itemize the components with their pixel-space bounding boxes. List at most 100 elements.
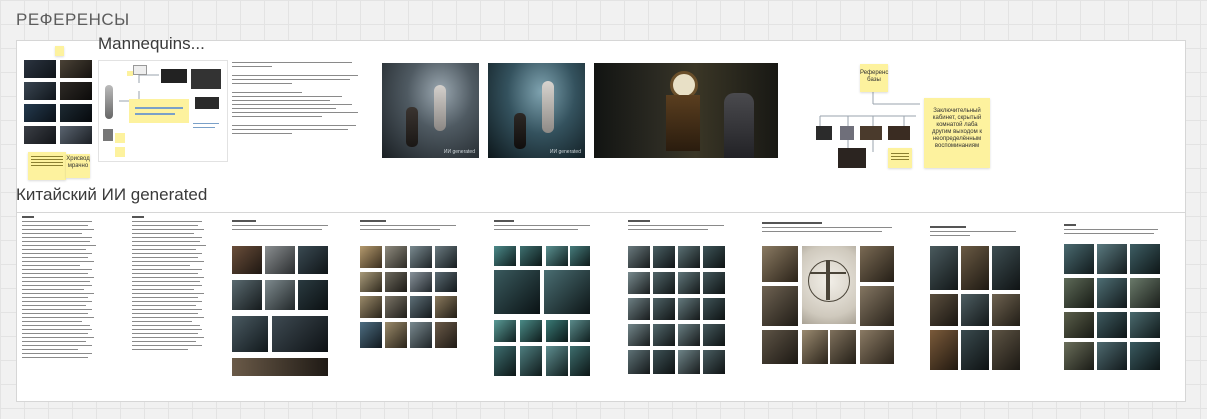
generated-image[interactable] [930,246,958,290]
generated-image[interactable] [703,298,725,320]
frame-ai-generated-label[interactable]: Китайский ИИ generated [16,185,207,205]
generated-image[interactable] [410,246,432,268]
generated-image[interactable] [628,298,650,320]
generated-image[interactable] [860,330,894,364]
mindmap-image[interactable] [816,126,832,140]
generated-image[interactable] [678,298,700,320]
generated-image[interactable] [1130,244,1160,274]
generated-image[interactable] [678,350,700,374]
generated-image[interactable] [360,272,382,292]
generated-image[interactable] [570,320,590,342]
generated-image[interactable] [520,246,542,266]
generated-image-sheet-7[interactable] [762,222,896,368]
generated-image[interactable] [265,280,295,310]
generated-image[interactable] [628,350,650,374]
generated-image[interactable] [653,246,675,268]
generated-image[interactable] [830,330,856,364]
reference-thumb[interactable] [24,126,56,144]
generated-image[interactable] [703,246,725,268]
generated-text-doc-1[interactable] [22,216,98,361]
generated-image[interactable] [385,272,407,292]
generated-image[interactable] [762,330,798,364]
generated-image[interactable] [232,316,268,352]
mannequin-screenshot-1[interactable]: ИИ generated [382,63,479,158]
generated-image[interactable] [232,280,262,310]
generated-image[interactable] [678,272,700,294]
reference-thumb[interactable] [60,60,92,78]
generated-image[interactable] [435,272,457,292]
generated-image[interactable] [653,272,675,294]
generated-image[interactable] [1130,342,1160,370]
generated-image[interactable] [410,322,432,348]
generated-image[interactable] [410,296,432,318]
generated-image[interactable] [494,320,516,342]
generated-image[interactable] [961,294,989,326]
reference-thumb[interactable] [60,104,92,122]
generated-image-sheet-8[interactable] [930,226,1022,374]
frame-mannequins-label[interactable]: Mannequins... [98,34,205,54]
generated-image[interactable] [410,272,432,292]
generated-image[interactable] [1097,312,1127,338]
generated-image[interactable] [435,246,457,268]
generated-image[interactable] [992,330,1020,370]
generated-image[interactable] [678,246,700,268]
generated-image-sheet-4[interactable] [360,220,460,352]
sticky-note-left[interactable] [28,152,66,180]
reference-thumb[interactable] [24,82,56,100]
generated-image[interactable] [1064,278,1094,308]
vitruvian-drawing[interactable] [802,246,856,324]
generated-image[interactable] [435,322,457,348]
generated-image[interactable] [265,246,295,274]
clock-room-screenshot[interactable] [594,63,778,158]
generated-image[interactable] [385,296,407,318]
generated-image[interactable] [992,246,1020,290]
generated-image[interactable] [678,324,700,346]
reference-thumb[interactable] [24,60,56,78]
generated-image[interactable] [1130,312,1160,338]
embedded-diagram-doc[interactable] [98,60,228,162]
generated-image[interactable] [494,270,540,314]
mindmap-image[interactable] [888,126,910,140]
generated-image[interactable] [1130,278,1160,308]
generated-image[interactable] [703,350,725,374]
generated-image[interactable] [546,320,568,342]
generated-image[interactable] [520,346,542,376]
reference-collage-left[interactable] [24,60,96,150]
generated-image[interactable] [992,294,1020,326]
generated-image[interactable] [570,346,590,376]
generated-text-doc-2[interactable] [132,216,208,353]
sticky-note-left-caption[interactable]: Хрисвод мрачно [66,154,90,178]
generated-image[interactable] [298,246,328,274]
generated-image[interactable] [494,246,516,266]
generated-image[interactable] [546,246,568,266]
mannequin-screenshot-2[interactable]: ИИ generated [488,63,585,158]
generated-image[interactable] [520,320,542,342]
generated-image[interactable] [860,286,894,326]
sticky-note-small[interactable] [55,46,64,56]
generated-image-sheet-9[interactable] [1064,224,1162,372]
generated-image[interactable] [762,286,798,326]
generated-image[interactable] [1097,244,1127,274]
generated-image[interactable] [703,324,725,346]
generated-image[interactable] [1064,342,1094,370]
generated-image[interactable] [232,358,328,376]
generated-image[interactable] [628,272,650,294]
generated-image[interactable] [653,298,675,320]
sticky-note-description[interactable]: Заключительный кабинет, скрытый комнатой… [924,98,990,168]
mindmap-image[interactable] [860,126,882,140]
mindmap-image[interactable] [840,126,854,140]
sticky-note-mindmap[interactable] [888,148,912,168]
generated-image[interactable] [546,346,568,376]
generated-image[interactable] [628,246,650,268]
generated-image[interactable] [961,246,989,290]
generated-image[interactable] [961,330,989,370]
generated-image[interactable] [860,246,894,282]
generated-image[interactable] [703,272,725,294]
reference-text-block[interactable] [232,62,362,174]
generated-image[interactable] [1064,312,1094,338]
mindmap-image[interactable] [838,148,866,168]
generated-image[interactable] [298,280,328,310]
generated-image[interactable] [272,316,328,352]
generated-image[interactable] [653,324,675,346]
generated-image[interactable] [628,324,650,346]
